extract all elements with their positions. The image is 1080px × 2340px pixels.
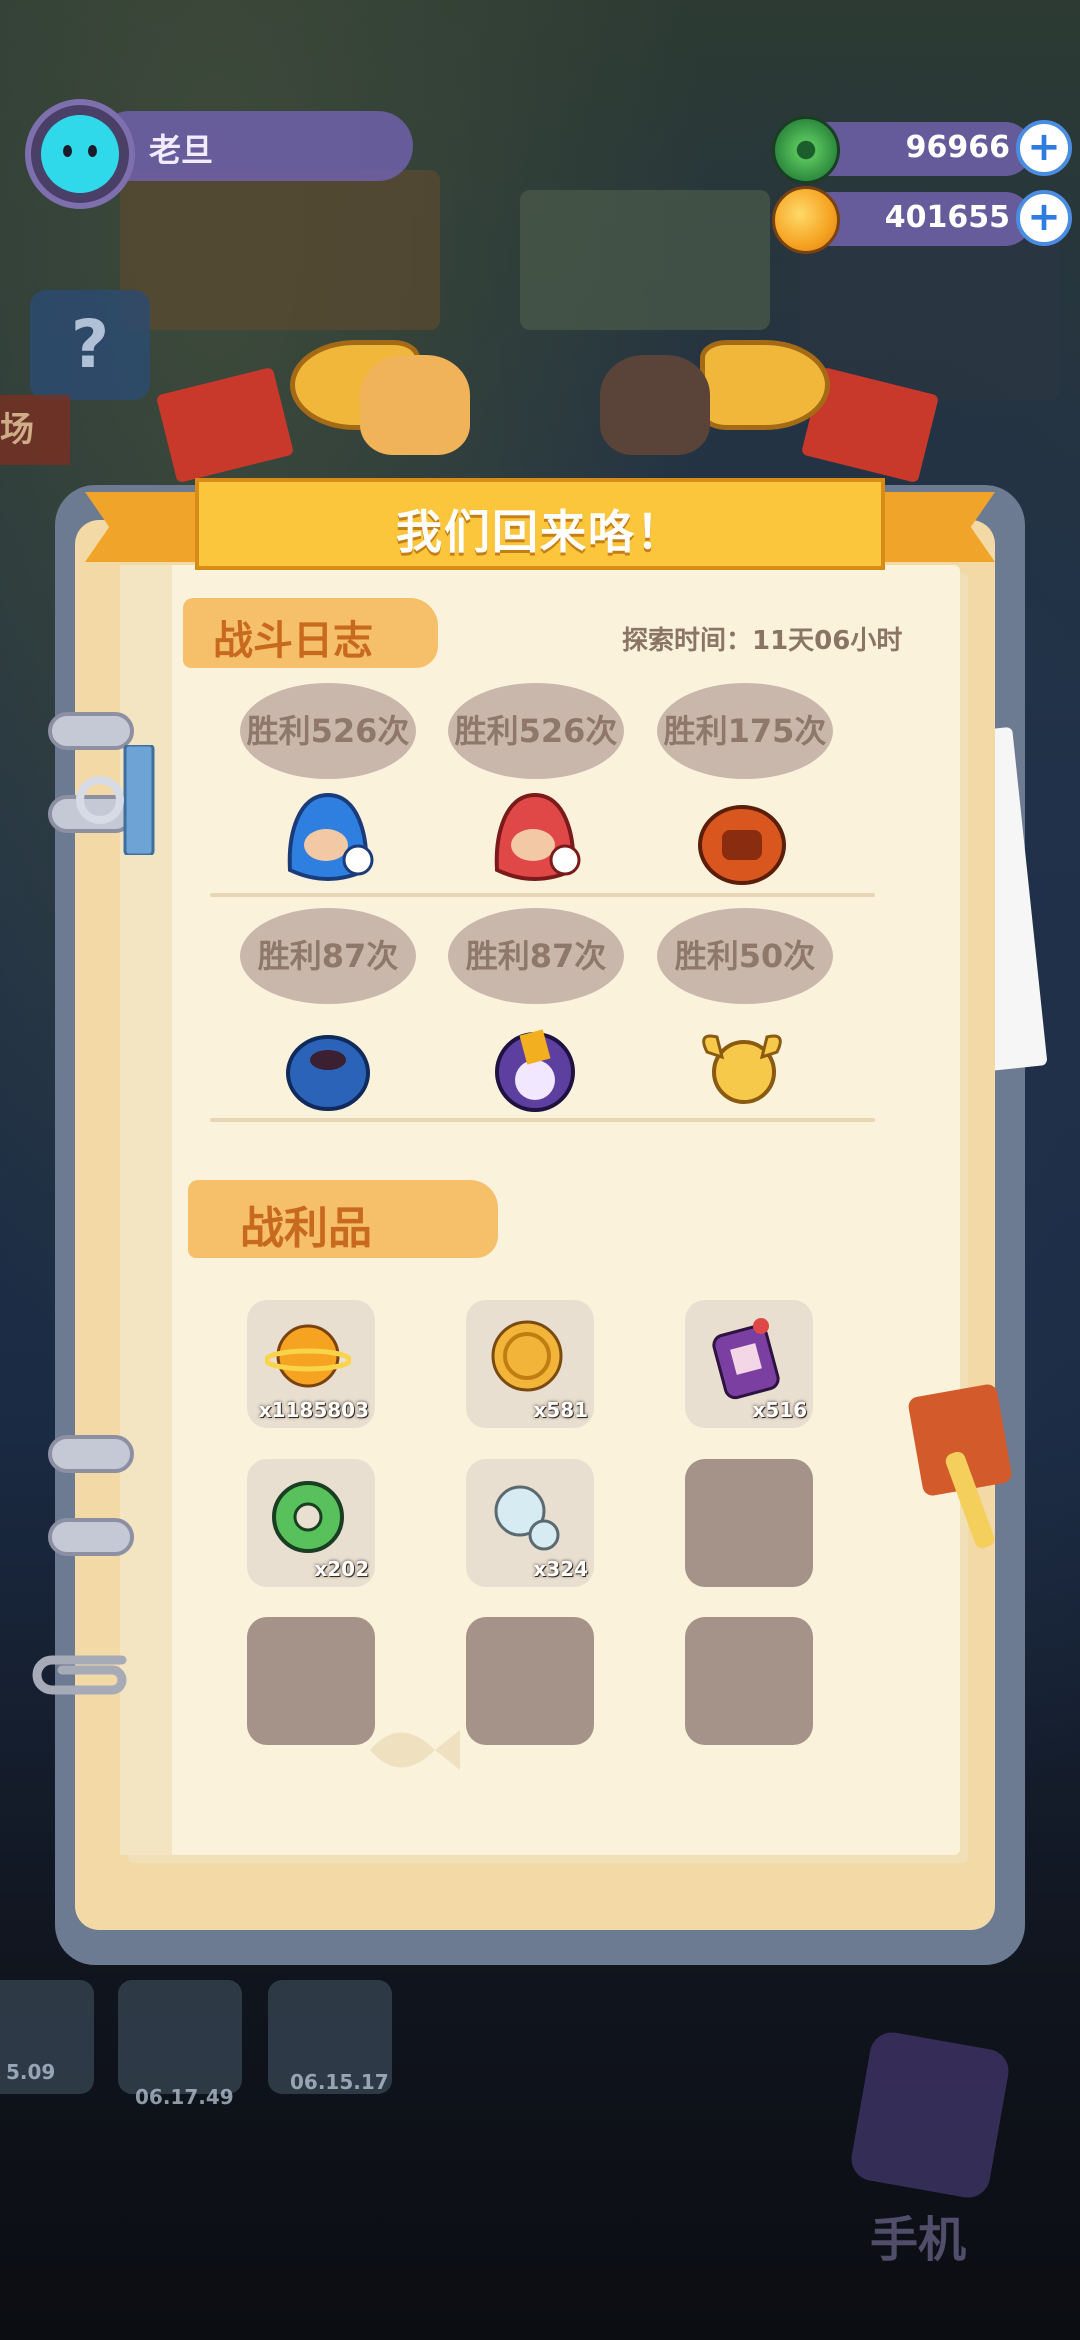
shelf-line [210,1118,875,1122]
add-gold-coin-button[interactable]: + [1016,190,1072,246]
red-star-hood-monster-icon [494,792,581,881]
blue-star-hood-monster-icon [287,792,374,881]
battle-log-header: 战斗日志 [183,598,438,668]
binder-ring [48,1435,134,1473]
avatar[interactable] [25,99,135,209]
banner-tail [85,492,195,562]
green-gem-icon [272,1481,344,1553]
empty-loot-slot [247,1617,375,1745]
paper-clip-icon [76,745,155,855]
loot-quantity: x1185803 [258,1398,369,1422]
loot-quantity: x324 [533,1557,588,1581]
title-banner: 我们回来咯！ [85,478,995,574]
victory-count-bubble: 胜利175次 [657,683,833,779]
building-timer: 06.15.17 [290,2070,389,2094]
help-icon[interactable]: ? [30,290,150,400]
currency-gold-coin: 401655 + [772,186,1072,254]
loot-slot[interactable]: x324 [466,1459,594,1587]
loot-quantity: x202 [314,1557,369,1581]
currency-green-gem: 96966 + [772,116,1072,184]
victory-count-bubble: 胜利87次 [448,908,624,1004]
phone-icon[interactable] [848,2028,1012,2202]
trumpet-icon [700,340,830,430]
loot-slot[interactable]: x202 [247,1459,375,1587]
cyan-cat-avatar-icon [41,115,119,193]
green-gem-icon [772,116,840,184]
banner-tail [885,492,995,562]
loot-slot[interactable]: x516 [685,1300,813,1428]
gold-cat-coin-icon [491,1320,563,1392]
battle-log-heading: 战斗日志 [213,618,373,664]
player-profile[interactable]: 老旦 [25,99,413,209]
background-building [120,170,440,330]
binder-ring [48,1518,134,1556]
loot-quantity: x581 [533,1398,588,1422]
empty-loot-slot [685,1617,813,1745]
currency-value: 96966 [905,130,1010,165]
loot-slot[interactable]: x1185803 [247,1300,375,1428]
player-name: 老旦 [149,131,214,169]
loot-slot[interactable]: x581 [466,1300,594,1428]
building-timer: 06.17.49 [135,2085,234,2109]
dialog-title: 我们回来咯！ [396,505,684,559]
background-building [520,190,770,330]
yellow-winged-blob-monster-icon [702,1034,782,1104]
gold-planet-coin-icon [772,186,840,254]
orange-cat-mascot [360,355,470,455]
loot-header: 战利品 [188,1180,498,1258]
victory-count-bubble: 胜利526次 [448,683,624,779]
empty-loot-slot [466,1617,594,1745]
building-timer-tile[interactable] [118,1980,242,2094]
purple-ticket-icon [712,1318,780,1400]
currency-value: 401655 [884,200,1010,235]
blue-horned-monster-icon [286,1035,370,1111]
victory-count-bubble: 胜利50次 [657,908,833,1004]
binder-clip-icon [32,1655,127,1695]
building-timer: 5.09 [6,2060,56,2084]
background-sign: 场 [0,395,70,465]
phone-label: 手机 [870,2212,967,2268]
victory-count-bubble: 胜利87次 [240,908,416,1004]
orange-planet-coin-icon [265,1324,351,1388]
explore-time: 探索时间：11天06小时 [622,626,903,656]
shelf-line [210,893,875,897]
orange-furry-monster-icon [698,805,786,885]
loot-heading: 战利品 [240,1203,372,1254]
empty-loot-slot [685,1459,813,1587]
fish-doodle-icon [370,1730,460,1770]
purple-wizard-cat-monster-icon [495,1029,575,1112]
add-green-gem-button[interactable]: + [1016,120,1072,176]
bubble-orb-icon [494,1485,560,1551]
name-pill [95,111,413,181]
victory-count-bubble: 胜利526次 [240,683,416,779]
loot-quantity: x516 [752,1398,807,1422]
black-cat-mascot [600,355,710,455]
